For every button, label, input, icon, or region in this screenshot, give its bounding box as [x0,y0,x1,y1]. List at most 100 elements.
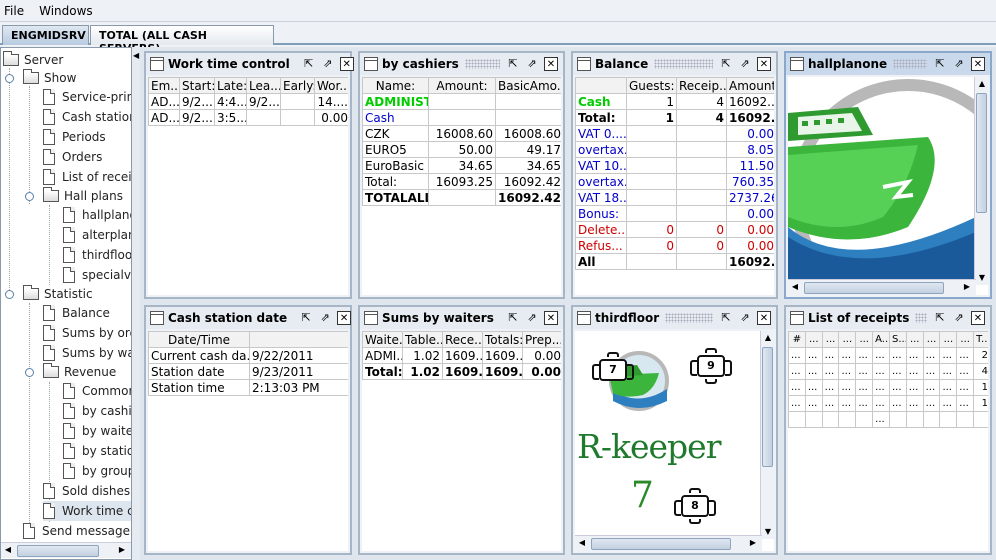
window-titlebar[interactable]: Work time control ⇱ ⇗ ✕ [146,53,354,75]
table-row[interactable]: overtax...8.05 [575,141,774,158]
column-header[interactable]: Date/Time [148,331,250,348]
column-header[interactable]: Wor... [314,77,348,94]
tree-statistic[interactable]: Statistic [23,284,93,304]
tree-horizontal-scrollbar[interactable]: ◀ ▶ [1,542,131,558]
column-header[interactable]: Amount: [726,77,774,94]
column-header[interactable]: A... [872,331,890,348]
maximize-icon[interactable]: ⇗ [738,57,752,71]
column-header[interactable]: Name: [362,77,429,94]
tree-show[interactable]: Show [23,68,76,88]
window-titlebar[interactable]: hallplanone ⇱ ⇗ ✕ [786,53,990,75]
minimize-icon[interactable]: ⇱ [933,57,947,71]
menu-file[interactable]: File [0,4,29,18]
table-row[interactable]: All16092.... [575,253,774,270]
column-header[interactable]: ... [821,331,840,348]
minimize-icon[interactable]: ⇱ [719,57,733,71]
tree-by-station[interactable]: by station [63,441,131,461]
vertical-scrollbar[interactable]: ▲ ▼ [974,77,988,285]
close-icon[interactable]: ✕ [971,57,985,71]
horizontal-scrollbar[interactable]: ◀ ▶ [575,535,762,551]
tree-work-time-control[interactable]: Work time co [43,501,131,521]
maximize-icon[interactable]: ⇗ [952,311,966,325]
scroll-up-icon[interactable]: ▲ [761,331,774,345]
close-icon[interactable]: ✕ [339,57,354,71]
scroll-left-icon[interactable]: ◀ [788,280,802,294]
table-row[interactable]: AD... 9/2... 4:4... 9/2... 14.... [148,93,348,110]
table-9-icon[interactable]: 9 [690,355,732,377]
tree-hallplanone[interactable]: hallplanone [63,205,131,225]
column-header[interactable]: Receip... [676,77,727,94]
maximize-icon[interactable]: ⇗ [525,311,539,325]
minimize-icon[interactable]: ⇱ [506,57,520,71]
tree-send-message[interactable]: Send message [23,521,130,541]
vertical-scrollbar[interactable]: ▲ ▼ [760,331,774,539]
tree-orders[interactable]: Orders [43,147,102,167]
tree-sums-by-orders[interactable]: Sums by ord [43,323,131,343]
column-header[interactable]: Totals: [482,331,523,348]
maximize-icon[interactable]: ⇗ [321,57,335,71]
window-titlebar[interactable]: by cashiers ⇱ ⇗ ✕ [360,53,563,75]
tree-specialvi[interactable]: specialvi [63,265,131,285]
column-header[interactable]: Early: [280,77,315,94]
expand-toggle-icon[interactable] [5,74,14,83]
close-icon[interactable]: ✕ [337,311,352,325]
scroll-down-icon[interactable]: ▼ [761,525,774,539]
table-row[interactable]: TOTALALL:16092.42 [362,189,561,206]
scroll-left-icon[interactable]: ◀ [575,536,589,550]
column-header[interactable]: Rece... [442,331,483,348]
scroll-left-icon[interactable]: ◀ [1,543,15,557]
tree-cash-station[interactable]: Cash station [43,107,131,127]
column-header[interactable] [249,331,348,348]
tree-sums-by-waiters[interactable]: Sums by wa [43,343,131,363]
maximize-icon[interactable]: ⇗ [525,57,539,71]
scroll-thumb[interactable] [17,545,99,557]
tree-by-waiters[interactable]: by waiter [63,421,131,441]
table-8-icon[interactable]: 8 [674,495,716,517]
column-header[interactable]: Em... [148,77,180,94]
collapse-arrow-icon[interactable]: ◀ [133,51,139,60]
scroll-right-icon[interactable]: ▶ [960,280,974,294]
tree-service-print[interactable]: Service-print [43,87,131,107]
table-row[interactable]: EuroBasic 34.65 34.65 [362,157,561,174]
tree-hall-plans[interactable]: Hall plans [43,186,123,206]
column-header[interactable]: BasicAmo... [495,77,561,94]
expand-toggle-icon[interactable] [25,192,34,201]
table-row[interactable]: Bonus: 0.00 [575,205,774,222]
column-header[interactable]: Guests: [626,77,677,94]
window-titlebar[interactable]: thirdfloor ⇱ ⇗ ✕ [573,307,776,329]
maximize-icon[interactable]: ⇗ [738,311,752,325]
scroll-down-icon[interactable]: ▼ [975,271,988,285]
column-header[interactable]: ... [804,331,823,348]
maximize-icon[interactable]: ⇗ [952,57,966,71]
tree-by-cashiers[interactable]: by cashie [63,401,131,421]
table-row[interactable]: Cash [362,109,561,126]
column-header[interactable]: ... [838,331,857,348]
column-header[interactable] [575,77,627,94]
tree-by-group[interactable]: by group [63,461,131,481]
table-row[interactable]: Cash1416092.... [575,93,774,110]
table-row[interactable]: Total: 16093.25 16092.42 [362,173,561,190]
minimize-icon[interactable]: ⇱ [302,57,316,71]
column-header[interactable]: ... [855,331,874,348]
scroll-up-icon[interactable]: ▲ [975,77,988,91]
tree-list-of-receipts[interactable]: List of receip [43,167,131,187]
table-row[interactable]: Station date 9/23/2011 [148,363,348,380]
table-row[interactable]: VAT 18... 2737.26 [575,189,774,206]
thirdfloor-plan-canvas[interactable]: 7 9 R-keeper 7 8 ▲ ▼ ◀ ▶ [575,331,774,551]
table-row[interactable]: ADMINIST... [362,93,561,110]
column-header[interactable]: Table... [402,331,443,348]
tree-balance[interactable]: Balance [43,303,110,323]
column-header[interactable]: ... [939,331,958,348]
tree-alterplan[interactable]: alterplan [63,225,131,245]
window-titlebar[interactable]: Balance ⇱ ⇗ ✕ [573,53,776,75]
window-titlebar[interactable]: List of receipts ⇱ ⇗ ✕ [786,307,990,329]
table-row[interactable]: EURO5 50.00 49.17 [362,141,561,158]
horizontal-scrollbar[interactable]: ◀ ▶ [788,279,976,295]
column-header[interactable]: Late: [214,77,247,94]
scroll-right-icon[interactable]: ▶ [115,543,129,557]
hall-plan-canvas[interactable]: ▲ ▼ ◀ ▶ [788,77,988,295]
column-header[interactable]: # [788,331,806,348]
scroll-thumb[interactable] [591,538,731,550]
table-row[interactable]: Current cash da... 9/22/2011 [148,347,348,364]
column-header[interactable]: T... [973,331,988,348]
